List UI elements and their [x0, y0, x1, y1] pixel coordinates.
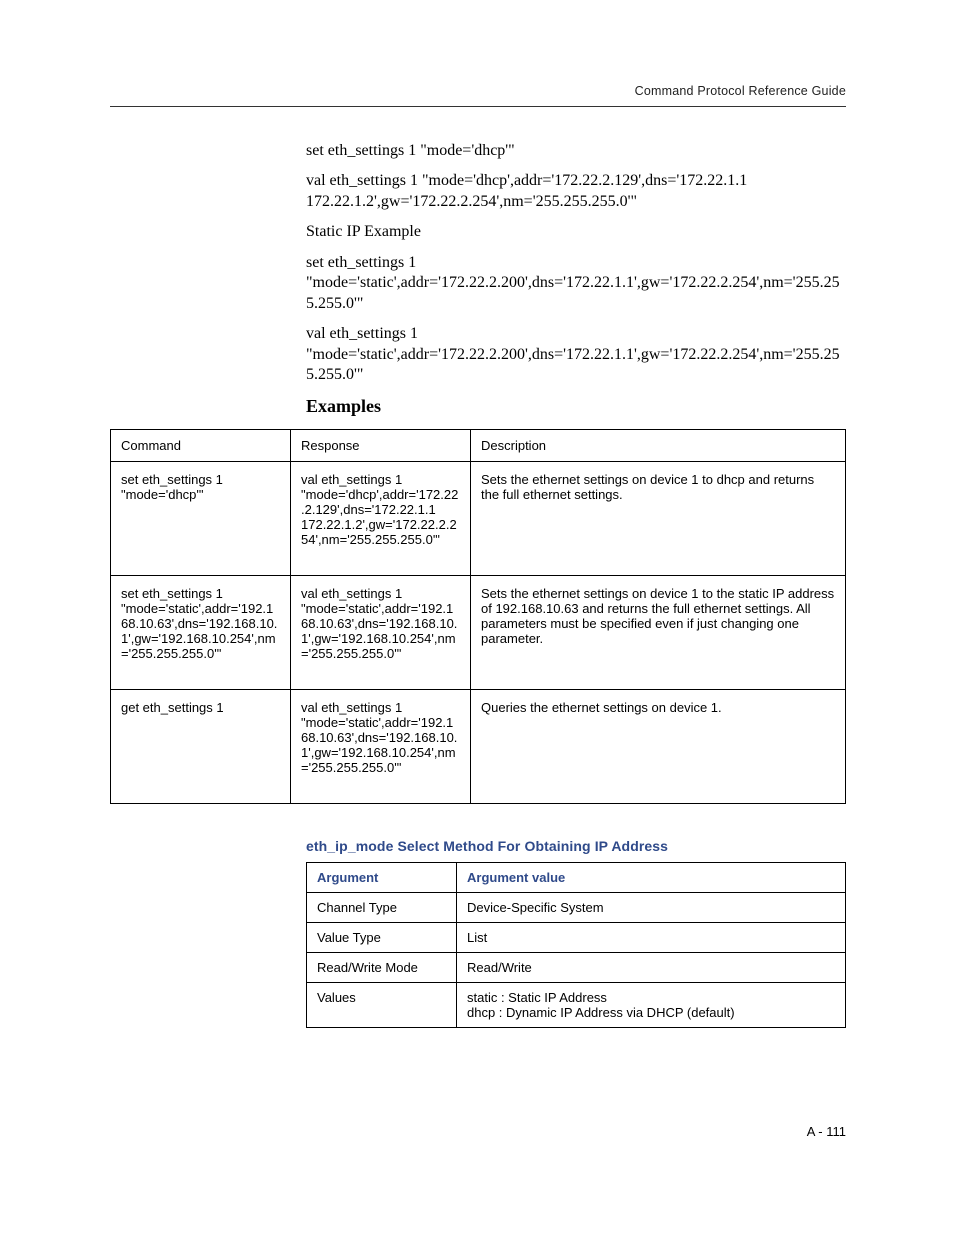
cell-argument-value: Read/Write [457, 952, 846, 982]
col-header-command: Command [111, 429, 291, 461]
cell-command: set eth_settings 1 "mode='static',addr='… [111, 575, 291, 689]
examples-table: Command Response Description set eth_set… [110, 429, 846, 804]
table-row: set eth_settings 1 "mode='dhcp'" val eth… [111, 461, 846, 575]
body-paragraph: val eth_settings 1 "mode='dhcp',addr='17… [306, 171, 846, 212]
cell-response: val eth_settings 1 "mode='static',addr='… [291, 575, 471, 689]
examples-heading: Examples [306, 396, 846, 417]
cell-argument: Values [307, 982, 457, 1027]
col-header-response: Response [291, 429, 471, 461]
page-number: A - 111 [807, 1124, 846, 1139]
table-row: Read/Write Mode Read/Write [307, 952, 846, 982]
table-header-row: Command Response Description [111, 429, 846, 461]
body-paragraph: set eth_settings 1 "mode='dhcp'" [306, 141, 846, 161]
running-header: Command Protocol Reference Guide [110, 84, 846, 107]
cell-argument-value: static : Static IP Address dhcp : Dynami… [457, 982, 846, 1027]
body-paragraph: Static IP Example [306, 222, 846, 242]
cell-description: Queries the ethernet settings on device … [471, 689, 846, 803]
body-paragraph: val eth_settings 1 "mode='static',addr='… [306, 324, 846, 385]
table-header-row: Argument Argument value [307, 862, 846, 892]
cell-description: Sets the ethernet settings on device 1 t… [471, 461, 846, 575]
cell-argument: Read/Write Mode [307, 952, 457, 982]
table-row: Channel Type Device-Specific System [307, 892, 846, 922]
table-row: Value Type List [307, 922, 846, 952]
cell-argument: Channel Type [307, 892, 457, 922]
col-header-argument-value: Argument value [457, 862, 846, 892]
cell-argument-value: Device-Specific System [457, 892, 846, 922]
col-header-description: Description [471, 429, 846, 461]
body-paragraph: set eth_settings 1 "mode='static',addr='… [306, 253, 846, 314]
cell-command: set eth_settings 1 "mode='dhcp'" [111, 461, 291, 575]
arg-section-title: eth_ip_mode Select Method For Obtaining … [306, 838, 846, 854]
cell-response: val eth_settings 1 "mode='dhcp',addr='17… [291, 461, 471, 575]
cell-command: get eth_settings 1 [111, 689, 291, 803]
table-row: get eth_settings 1 val eth_settings 1 "m… [111, 689, 846, 803]
col-header-argument: Argument [307, 862, 457, 892]
cell-argument: Value Type [307, 922, 457, 952]
table-row: Values static : Static IP Address dhcp :… [307, 982, 846, 1027]
cell-response: val eth_settings 1 "mode='static',addr='… [291, 689, 471, 803]
cell-description: Sets the ethernet settings on device 1 t… [471, 575, 846, 689]
argument-table: Argument Argument value Channel Type Dev… [306, 862, 846, 1028]
table-row: set eth_settings 1 "mode='static',addr='… [111, 575, 846, 689]
cell-argument-value: List [457, 922, 846, 952]
